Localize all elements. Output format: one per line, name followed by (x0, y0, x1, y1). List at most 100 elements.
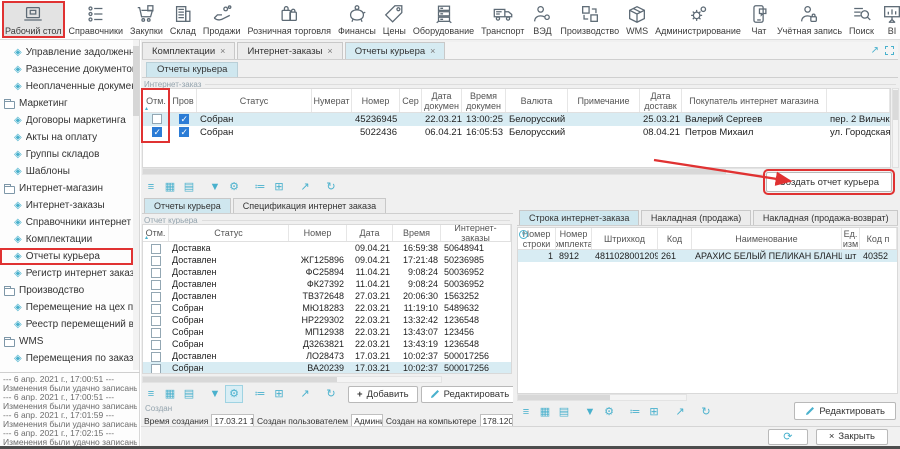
grid-view-icon[interactable]: ▦ (537, 404, 553, 420)
mark-checkbox[interactable] (151, 280, 161, 290)
document-tab[interactable]: Отчеты курьера × (345, 42, 446, 59)
calendar-view-icon[interactable]: ▤ (181, 386, 197, 402)
sidebar-item[interactable]: ◈ Акты на оплату (0, 129, 133, 146)
sidebar-item[interactable]: ◈ Неоплаченные документы (0, 78, 133, 95)
toolbar-item[interactable]: Продажи (200, 1, 244, 38)
filter-icon[interactable]: ▼ (207, 179, 223, 195)
table-row[interactable]: Доставлен ФС25894 11.04.21 9:08:24 50036… (143, 266, 511, 278)
sidebar-item[interactable]: ◈ Группы складов (0, 146, 133, 163)
table-row[interactable]: Доставлен ЛО28473 17.03.21 10:02:37 5000… (143, 350, 511, 362)
sidebar-item[interactable]: ◈ Перемещения по заказам (0, 350, 133, 366)
column-header-unit[interactable]: Ед. изм (842, 228, 860, 249)
settings-gear-icon[interactable]: ⚙ (226, 179, 242, 195)
column-header-otm[interactable]: Отм.▴ (143, 225, 169, 241)
column-header-supplier-code[interactable]: Код п (860, 228, 897, 249)
posted-checkbox[interactable] (179, 114, 189, 124)
toolbar-item[interactable]: ВЭД (528, 1, 556, 38)
numbered-list-icon[interactable]: ≔ (252, 386, 268, 402)
open-external-icon[interactable]: ↗ (297, 386, 313, 402)
document-tab[interactable]: Интернет-заказы × (237, 42, 342, 59)
column-header-doc-time[interactable]: Время докумен (462, 89, 506, 112)
column-header-status[interactable]: Статус (197, 89, 312, 112)
create-courier-report-button[interactable]: Создать отчет курьера (766, 172, 892, 192)
sidebar-item[interactable]: ◈ Интернет-заказы (0, 197, 133, 214)
open-external-icon[interactable]: ↗ (297, 179, 313, 195)
toolbar-item[interactable]: Оборудование (410, 1, 477, 38)
tab-close-icon[interactable]: × (220, 46, 225, 56)
refresh-button[interactable]: ⟳ (768, 429, 808, 445)
sidebar-item[interactable]: ◈ Комплектации (0, 231, 133, 248)
toolbar-item[interactable]: BI (878, 1, 900, 38)
refresh-icon[interactable]: ↻ (323, 386, 339, 402)
column-header-numerator[interactable]: Нумерат (312, 89, 352, 112)
column-header-code[interactable]: Код (658, 228, 692, 249)
table-row[interactable]: Доставка 09.04.21 16:59:38 50648941 (143, 242, 511, 254)
orders-vertical-scrollbar[interactable] (892, 88, 899, 168)
refresh-icon[interactable]: ↻ (698, 404, 714, 420)
list-view-icon[interactable]: ≡ (143, 179, 159, 195)
table-row[interactable]: Собран МП12938 22.03.21 13:43:07 123456 (143, 326, 511, 338)
column-header-name[interactable]: Наименование (692, 228, 842, 249)
mark-checkbox[interactable] (152, 127, 162, 137)
column-header-number[interactable]: Номер (352, 89, 400, 112)
table-row[interactable]: Собран Д3263821 22.03.21 13:43:19 123654… (143, 338, 511, 350)
toolbar-item[interactable]: Справочники (66, 1, 127, 38)
toolbar-item[interactable]: Склад (167, 1, 199, 38)
table-row[interactable]: 1 8912 4811028001209 261 АРАХИС БЕЛЫЙ ПЕ… (518, 250, 897, 262)
close-button[interactable]: × Закрыть (816, 429, 888, 445)
numbered-list-icon[interactable]: ≔ (252, 179, 268, 195)
column-header-time[interactable]: Время (393, 225, 441, 241)
column-header-date[interactable]: Дата (347, 225, 393, 241)
grid-view-icon[interactable]: ▦ (162, 386, 178, 402)
column-header-doc-date[interactable]: Дата докумен (422, 89, 462, 112)
tab-close-icon[interactable]: × (327, 46, 332, 56)
panel-tab[interactable]: Спецификация интернет заказа (233, 198, 386, 213)
refresh-icon[interactable]: ↻ (323, 179, 339, 195)
sidebar-item[interactable]: ◈ Регистр интернет заказов (0, 265, 133, 282)
posted-checkbox[interactable] (179, 127, 189, 137)
add-button[interactable]: + Добавить (348, 386, 418, 403)
sidebar-item[interactable]: ◈ WMS (0, 333, 133, 350)
toolbar-item[interactable]: Чат (745, 1, 773, 38)
sidebar-item[interactable]: ◈ Реестр перемещений в цех про (0, 316, 133, 333)
add-row-icon[interactable]: ⊞ (646, 404, 662, 420)
toolbar-item[interactable]: Учётная запись (774, 1, 845, 38)
table-row[interactable]: Доставлен ТВ372648 27.03.21 20:06:30 156… (143, 290, 511, 302)
toolbar-item[interactable]: WMS (623, 1, 651, 38)
panel-tab[interactable]: Накладная (продажа-возврат) (753, 210, 898, 225)
open-external-icon[interactable]: ↗ (672, 404, 688, 420)
table-row[interactable]: Доставлен ФК27392 11.04.21 9:08:24 50036… (143, 278, 511, 290)
sidebar-item[interactable]: ◈ Производство (0, 282, 133, 299)
toolbar-item[interactable]: Транспорт (478, 1, 527, 38)
column-header-kit-number[interactable]: Номер комплектац (556, 228, 592, 249)
sidebar-item[interactable]: ◈ Шаблоны (0, 163, 133, 180)
settings-gear-icon[interactable]: ⚙ (226, 386, 242, 402)
popout-icon[interactable]: ↗ (871, 45, 879, 56)
calendar-view-icon[interactable]: ▤ (556, 404, 572, 420)
filter-icon[interactable]: ▼ (582, 404, 598, 420)
column-header-otm[interactable]: Отм.▴ (143, 89, 170, 112)
sidebar-item[interactable]: ◈ Договоры маркетинга (0, 112, 133, 129)
column-header-barcode[interactable]: Штрихкод (592, 228, 658, 249)
grid-view-icon[interactable]: ▦ (162, 179, 178, 195)
column-header-prov[interactable]: Пров (170, 89, 197, 112)
sidebar-item[interactable]: ◈ Маркетинг (0, 95, 133, 112)
toolbar-item[interactable]: Цены (380, 1, 409, 38)
toolbar-item[interactable]: Администрирование (652, 1, 744, 38)
toolbar-item[interactable]: Поиск (846, 1, 877, 38)
add-row-icon[interactable]: ⊞ (271, 386, 287, 402)
mark-checkbox[interactable] (151, 340, 161, 350)
subtab-couriers[interactable]: Отчеты курьера (146, 62, 238, 77)
table-row[interactable]: Собран НР229302 22.03.21 13:32:42 123654… (143, 314, 511, 326)
edit-line-button[interactable]: Редактировать (794, 402, 896, 420)
panel-tab[interactable]: Накладная (продажа) (641, 210, 751, 225)
column-header-series[interactable]: Сер (400, 89, 422, 112)
mark-checkbox[interactable] (151, 292, 161, 302)
toolbar-item[interactable]: Производство (557, 1, 622, 38)
mark-checkbox[interactable] (151, 364, 161, 374)
sidebar-item[interactable]: ◈ Отчеты курьера (0, 248, 133, 265)
toolbar-item[interactable]: Финансы (335, 1, 379, 38)
panel-tab[interactable]: Отчеты курьера (144, 198, 231, 213)
mark-checkbox[interactable] (151, 256, 161, 266)
table-row[interactable]: Собран 45236945 22.03.21 13:00:25 Белору… (143, 113, 890, 126)
